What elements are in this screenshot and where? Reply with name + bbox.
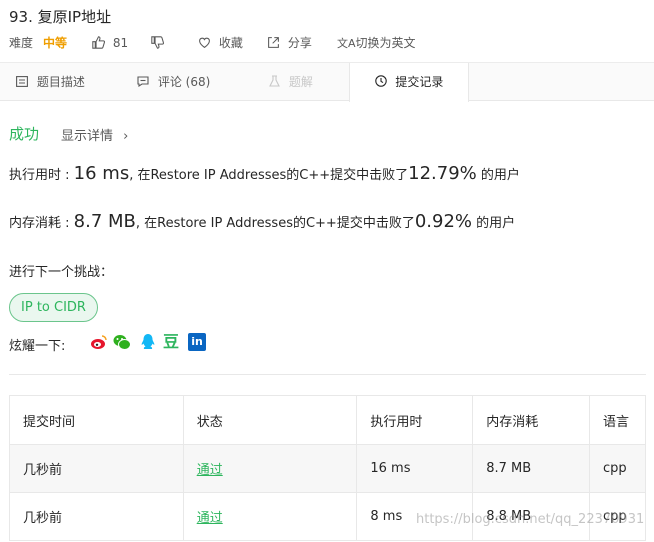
- tab-solutions-label: 题解: [288, 75, 313, 89]
- runtime-text: , 在Restore IP Addresses的C++提交中击败了: [129, 168, 409, 183]
- share-button[interactable]: 分享: [267, 34, 312, 52]
- wechat-icon[interactable]: [113, 333, 131, 351]
- tab-submissions-label: 提交记录: [395, 75, 444, 89]
- translate-button[interactable]: 文A切换为英文: [337, 34, 416, 53]
- favorite-label: 收藏: [218, 36, 243, 50]
- difficulty-badge: 中等: [43, 36, 68, 50]
- cell-runtime: 16 ms: [356, 444, 474, 493]
- translate-label: 切换为英文: [355, 36, 416, 50]
- share-icon: [268, 37, 279, 48]
- col-header-language[interactable]: 语言: [589, 395, 646, 445]
- tab-comments[interactable]: 评论 (68): [137, 63, 210, 101]
- thumbs-up-icon: [92, 36, 106, 49]
- runtime-value: 16 ms: [73, 163, 130, 184]
- memory-value: 8.7 MB: [73, 211, 136, 232]
- runtime-label: 执行用时 :: [9, 168, 70, 183]
- like-button[interactable]: 81: [92, 34, 128, 52]
- weibo-icon[interactable]: [90, 333, 108, 351]
- dislike-button[interactable]: [151, 34, 165, 52]
- tab-bar: 题目描述 评论 (68) 题解 提交记录: [0, 62, 654, 102]
- col-header-memory[interactable]: 内存消耗: [472, 395, 590, 445]
- next-challenge-button[interactable]: IP to CIDR: [9, 293, 98, 322]
- comment-icon: [137, 75, 153, 89]
- memory-stat: 内存消耗 : 8.7 MB, 在Restore IP Addresses的C++…: [9, 211, 515, 232]
- runtime-stat: 执行用时 : 16 ms, 在Restore IP Addresses的C++提…: [9, 163, 520, 184]
- table-row: 几秒前 通过 16 ms 8.7 MB cpp: [9, 444, 646, 493]
- cell-time: 几秒前: [9, 444, 184, 493]
- cell-memory: 8.7 MB: [472, 444, 590, 493]
- linkedin-icon[interactable]: in: [188, 333, 206, 351]
- cell-language: cpp: [589, 444, 646, 493]
- heart-icon: [199, 37, 210, 49]
- show-details-label: 显示详情: [61, 129, 114, 144]
- show-details-link[interactable]: 显示详情 ›: [61, 125, 128, 144]
- like-count: 81: [112, 36, 129, 50]
- thumbs-down-icon: [151, 36, 165, 49]
- col-header-status[interactable]: 状态: [182, 395, 358, 445]
- flask-icon: [269, 75, 284, 89]
- problem-meta: 难度 中等 81 收藏 分享 文A切换为英文: [9, 34, 429, 52]
- next-challenge-label: 进行下一个挑战：: [9, 265, 114, 280]
- cell-time: 几秒前: [9, 492, 184, 541]
- problem-title: 93. 复原IP地址: [9, 8, 112, 26]
- tab-description-label: 题目描述: [36, 75, 85, 89]
- chevron-right-icon: ›: [123, 129, 129, 144]
- cell-status: 通过: [182, 492, 358, 541]
- memory-suffix: 的用户: [472, 216, 516, 231]
- share-label: 分享: [287, 36, 312, 50]
- difficulty-label: 难度: [9, 36, 34, 50]
- memory-text: , 在Restore IP Addresses的C++提交中击败了: [135, 216, 415, 231]
- clock-icon: [374, 75, 391, 89]
- status-link[interactable]: 通过: [197, 463, 223, 478]
- col-header-runtime[interactable]: 执行用时: [356, 395, 474, 445]
- memory-label: 内存消耗 :: [9, 216, 70, 231]
- col-header-time[interactable]: 提交时间: [9, 395, 184, 445]
- watermark: https://blog.csdn.net/qq_22370931: [416, 512, 645, 527]
- memory-percent: 0.92%: [414, 211, 473, 232]
- status-link[interactable]: 通过: [197, 511, 223, 526]
- result-status: 成功: [9, 125, 40, 143]
- favorite-button[interactable]: 收藏: [198, 34, 243, 52]
- description-icon: [16, 75, 32, 89]
- douban-icon[interactable]: 豆: [163, 333, 181, 351]
- tab-solutions[interactable]: 题解: [269, 63, 313, 101]
- qq-icon[interactable]: [139, 333, 157, 351]
- tab-comments-label: 评论 (68): [157, 75, 211, 89]
- runtime-suffix: 的用户: [476, 168, 520, 183]
- divider: [9, 374, 646, 375]
- runtime-percent: 12.79%: [408, 163, 477, 184]
- table-header-row: 提交时间 状态 执行用时 内存消耗 语言: [9, 395, 646, 445]
- share-brag-label: 炫耀一下:: [9, 339, 66, 354]
- tab-submissions[interactable]: 提交记录: [349, 63, 469, 102]
- translate-icon: 文A: [337, 37, 356, 50]
- cell-status: 通过: [182, 444, 358, 493]
- tab-description[interactable]: 题目描述: [16, 63, 85, 101]
